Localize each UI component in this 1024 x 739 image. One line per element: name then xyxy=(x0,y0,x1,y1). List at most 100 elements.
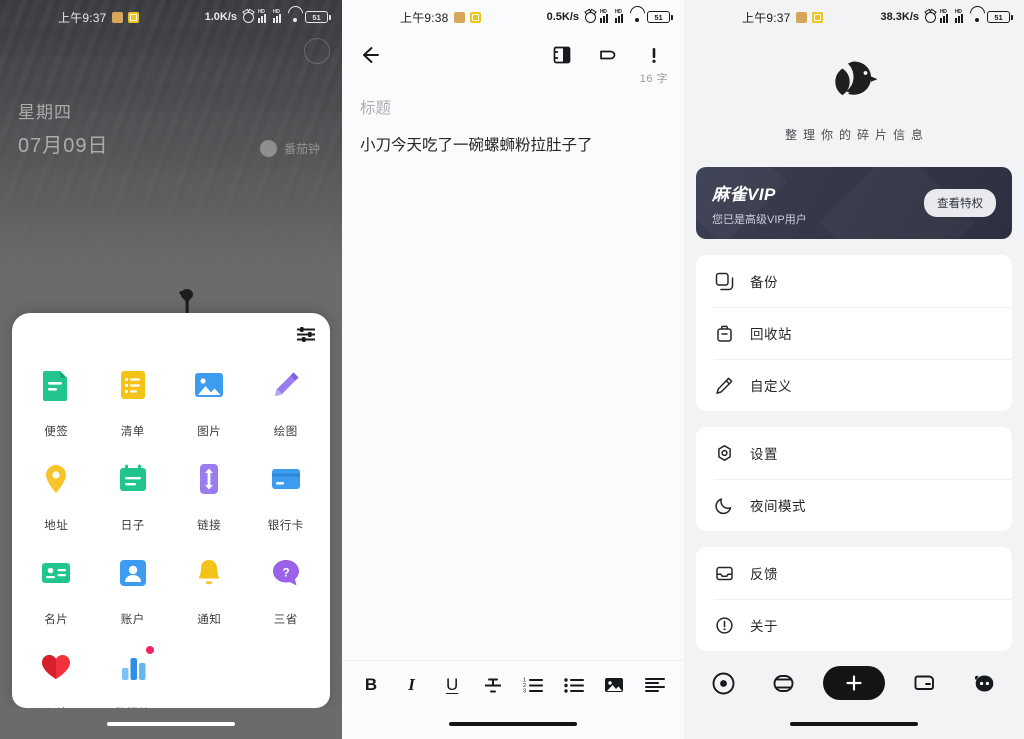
home-wallpaper xyxy=(0,0,342,330)
menu-item-night-mode[interactable]: 夜间模式 xyxy=(696,479,1012,531)
signal-icon-2: HD xyxy=(273,9,284,23)
network-speed: 38.3K/s xyxy=(880,11,919,23)
nav-profile-icon[interactable] xyxy=(964,666,1004,700)
widget-item-note[interactable]: 便签 xyxy=(18,357,95,449)
contact-card-icon xyxy=(36,553,76,593)
inbox-icon xyxy=(714,563,734,583)
link-icon xyxy=(189,459,229,499)
nav-capsule-icon[interactable] xyxy=(763,666,803,700)
vip-banner[interactable]: 麻雀VIP 您已是高级VIP用户 查看特权 xyxy=(696,167,1012,239)
note-body-input[interactable]: 小刀今天吃了一碗螺蛳粉拉肚子了 xyxy=(342,118,684,159)
widget-item-account[interactable]: 账户 xyxy=(95,545,172,637)
menu-item-label: 夜间模式 xyxy=(750,499,806,514)
signal-icon-2: HD xyxy=(955,9,966,23)
menu-item-feedback[interactable]: 反馈 xyxy=(696,547,1012,599)
widget-label: 名片 xyxy=(44,614,69,626)
widget-label: 日子 xyxy=(120,520,145,532)
widget-label: 链接 xyxy=(197,520,222,532)
three-phone-screenshots: 星期四 07月09日 番茄钟 上午9:37 1.0K/s HD HD 51 便签… xyxy=(0,0,1024,739)
bold-icon[interactable]: B xyxy=(358,672,384,698)
widget-label: 便签 xyxy=(44,426,69,438)
menu-item-recycle-bin[interactable]: 回收站 xyxy=(696,307,1012,359)
bottom-navigation xyxy=(684,658,1024,708)
gesture-bar-area xyxy=(684,708,1024,739)
sliders-icon[interactable] xyxy=(296,326,316,343)
widget-item-businesscard[interactable]: 名片 xyxy=(18,545,95,637)
svg-text:?: ? xyxy=(282,566,289,580)
widget-item-draw[interactable]: 绘图 xyxy=(248,357,325,449)
heart-icon xyxy=(36,647,76,687)
widget-item-link[interactable]: 链接 xyxy=(171,451,248,543)
widget-item-notification[interactable]: 通知 xyxy=(171,545,248,637)
widget-item-sansheng[interactable]: ? 三省 xyxy=(248,545,325,637)
signal-icon-1: HD xyxy=(258,9,269,23)
back-arrow-icon[interactable] xyxy=(358,44,380,66)
ordered-list-icon[interactable]: 1 2 3 xyxy=(520,672,546,698)
gesture-bar[interactable] xyxy=(449,721,577,726)
menu-item-customize[interactable]: 自定义 xyxy=(696,359,1012,411)
menu-item-label: 设置 xyxy=(750,447,778,462)
widget-item-mood[interactable]: 心情 xyxy=(18,639,95,708)
word-count: 16 字 xyxy=(639,73,668,85)
svg-text:3: 3 xyxy=(523,688,526,694)
widget-grid: 便签 清单 图片 绘图 地址 日子 链接 银行卡 名片 账户 通知 ? 三省 xyxy=(12,355,330,708)
align-left-icon[interactable] xyxy=(642,672,668,698)
panel-note-editor: 上午9:38 0.5K/s HD HD 51 16 字 标题 小刀今天吃了一碗螺… xyxy=(342,0,684,739)
location-pin-icon xyxy=(36,459,76,499)
panel-widget-picker: 星期四 07月09日 番茄钟 上午9:37 1.0K/s HD HD 51 便签… xyxy=(0,0,342,739)
menu-item-label: 关于 xyxy=(750,619,778,634)
widget-item-location[interactable]: 地址 xyxy=(18,451,95,543)
italic-icon[interactable]: I xyxy=(399,672,425,698)
menu-group-2: 设置 夜间模式 xyxy=(696,427,1012,531)
menu-item-backup[interactable]: 备份 xyxy=(696,255,1012,307)
widget-item-days[interactable]: 日子 xyxy=(95,451,172,543)
nav-record-icon[interactable] xyxy=(704,666,744,700)
menu-item-settings[interactable]: 设置 xyxy=(696,427,1012,479)
wallpaper-weekday: 星期四 xyxy=(18,103,72,122)
widget-item-image[interactable]: 图片 xyxy=(171,357,248,449)
gesture-bar-area xyxy=(342,708,684,739)
pomodoro-shortcut[interactable]: 番茄钟 xyxy=(259,140,320,157)
pomodoro-label: 番茄钟 xyxy=(283,142,320,156)
widget-item-checklist[interactable]: 清单 xyxy=(95,357,172,449)
status-time: 上午9:37 xyxy=(58,10,107,25)
network-speed: 1.0K/s xyxy=(204,11,237,23)
insert-image-icon[interactable] xyxy=(601,672,627,698)
app-logo-block: 整理你的碎片信息 xyxy=(684,34,1024,143)
gesture-bar[interactable] xyxy=(790,721,918,726)
battery-icon: 51 xyxy=(647,11,673,23)
vip-privileges-button[interactable]: 查看特权 xyxy=(924,189,996,217)
menu-item-about[interactable]: 关于 xyxy=(696,599,1012,651)
status-time: 上午9:37 xyxy=(742,10,791,25)
alarm-icon xyxy=(585,11,596,23)
exclamation-icon[interactable] xyxy=(644,45,664,65)
gesture-bar[interactable] xyxy=(107,721,235,726)
battery-icon: 51 xyxy=(987,11,1013,23)
moon-icon xyxy=(714,495,734,515)
nav-add-button[interactable] xyxy=(822,666,885,700)
trash-icon xyxy=(714,323,734,343)
question-bubble-icon: ? xyxy=(266,553,306,593)
editor-top-bar: 16 字 xyxy=(342,34,684,85)
notification-icon-1 xyxy=(111,11,123,23)
strikethrough-icon[interactable] xyxy=(480,672,506,698)
note-title-input[interactable]: 标题 xyxy=(342,76,684,118)
format-toolbar: B I U 1 2 3 xyxy=(342,660,684,708)
tag-icon[interactable] xyxy=(598,45,618,65)
pomodoro-dot-icon xyxy=(259,140,277,157)
menu-group-1: 备份 回收站 自定义 xyxy=(696,255,1012,411)
gear-icon xyxy=(714,443,734,463)
widget-item-datablock[interactable]: 数据块 xyxy=(95,639,172,708)
bullet-list-icon[interactable] xyxy=(561,672,587,698)
signal-icon-1: HD xyxy=(600,9,611,23)
note-icon xyxy=(36,365,76,405)
widget-item-bankcard[interactable]: 银行卡 xyxy=(248,451,325,543)
alarm-icon xyxy=(925,11,936,23)
nav-folder-icon[interactable] xyxy=(905,666,945,700)
widget-label: 图片 xyxy=(197,426,222,438)
notebook-icon[interactable] xyxy=(552,45,572,65)
wallpaper-date-widget: 星期四 07月09日 xyxy=(18,98,109,158)
status-bar: 上午9:37 1.0K/s HD HD 51 xyxy=(0,0,342,34)
notification-icon-1 xyxy=(795,11,807,23)
underline-icon[interactable]: U xyxy=(439,672,465,698)
